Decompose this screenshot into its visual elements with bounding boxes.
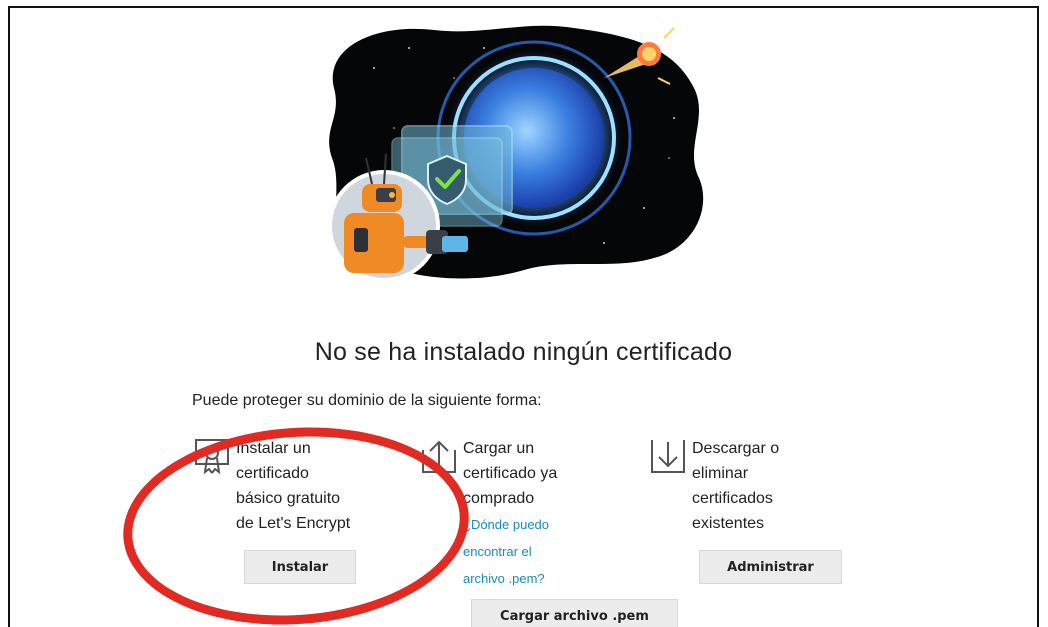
pem-help-link[interactable]: ¿Dónde puedo encontrar el archivo .pem? [463,511,623,592]
link-line: ¿Dónde puedo [463,517,550,532]
option-description: Cargar un certificado ya comprado ¿Dónde… [463,436,623,592]
link-line: encontrar el [463,544,532,559]
page-title: No se ha instalado ningún certificado [314,338,733,366]
link-line: archivo .pem? [463,571,545,586]
option-line: Cargar un [463,440,535,457]
option-line: Descargar o [692,440,780,457]
option-line: eliminar [692,465,749,482]
option-line: existentes [692,515,765,532]
content-panel: No se ha instalado ningún certificado Pu… [8,6,1039,627]
option-line: certificado ya [463,465,558,482]
download-icon [651,440,685,473]
space-robot-illustration [328,25,704,282]
option-line: comprado [463,490,535,507]
option-description: Descargar o eliminar certificados existe… [692,436,852,536]
intro-text: Puede proteger su dominio de la siguient… [192,392,542,409]
manage-button[interactable]: Administrar [699,550,842,584]
option-line: certificados [692,490,773,507]
upload-pem-button[interactable]: Cargar archivo .pem [471,599,678,627]
